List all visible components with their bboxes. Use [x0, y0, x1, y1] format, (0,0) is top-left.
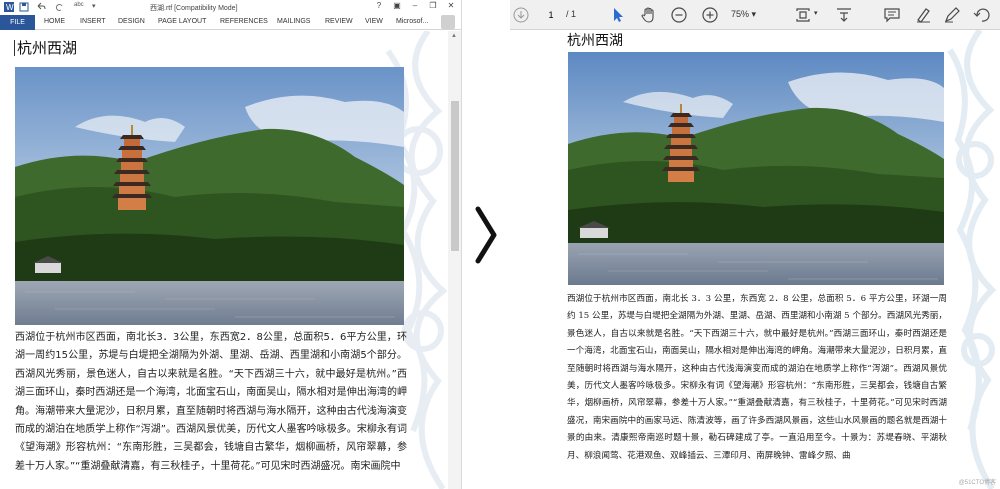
- comment-icon[interactable]: [883, 6, 901, 24]
- zoom-level-value: 75%: [731, 9, 750, 19]
- redo-icon[interactable]: [54, 2, 64, 12]
- tab-page-layout[interactable]: PAGE LAYOUT: [158, 18, 206, 25]
- page-number-input[interactable]: [540, 7, 562, 23]
- page-fit-dropdown-icon[interactable]: ▾: [814, 9, 818, 17]
- tab-insert[interactable]: INSERT: [80, 18, 106, 25]
- pdf-toolbar: / 1 75% ▾ ▾: [510, 0, 1000, 30]
- west-lake-photo: [568, 52, 944, 285]
- west-lake-photo: [15, 67, 404, 325]
- zoom-level-select[interactable]: 75% ▾: [731, 9, 756, 20]
- help-icon[interactable]: ?: [370, 1, 388, 10]
- watermark: @51CTO博客: [958, 480, 996, 486]
- tab-file[interactable]: FILE: [0, 15, 35, 30]
- avatar[interactable]: [441, 15, 455, 29]
- chevron-right-icon: [475, 206, 497, 264]
- zoom-out-icon[interactable]: [670, 6, 688, 24]
- tab-view[interactable]: VIEW: [365, 18, 383, 25]
- word-document-title: 西湖.rtf [Compatibility Mode]: [150, 5, 238, 12]
- conversion-arrow-area: [462, 0, 510, 489]
- hand-pan-icon[interactable]: [640, 6, 658, 24]
- document-body-text: 西湖位于杭州市区西面，南北长 3．3 公里，东西宽 2．8 公里，总面积 5．6…: [567, 294, 947, 461]
- select-pointer-icon[interactable]: [609, 6, 627, 24]
- restore-icon[interactable]: ❐: [424, 1, 442, 10]
- word-document-page[interactable]: 杭州西湖 西湖位于杭州市区西面，南北长3．3公里，东西宽2．8公里，总面积5．6…: [0, 31, 448, 489]
- ribbon-tabs: FILE HOME INSERT DESIGN PAGE LAYOUT REFE…: [0, 15, 461, 30]
- edit-signature-icon[interactable]: [943, 6, 961, 24]
- chevron-down-icon: ▾: [751, 9, 757, 19]
- tab-design[interactable]: DESIGN: [118, 18, 145, 25]
- vertical-scrollbar[interactable]: ▲: [448, 31, 461, 489]
- page-total: / 1: [566, 9, 577, 19]
- rotate-icon[interactable]: [973, 6, 991, 24]
- highlight-pen-icon[interactable]: [914, 6, 932, 24]
- pdf-page[interactable]: 杭州西湖 西湖位于杭州市区西面，南北长 3．3 公里，东西宽 2．8 公里，总面…: [510, 30, 1000, 489]
- scrollbar-thumb[interactable]: [451, 101, 459, 251]
- minimize-icon[interactable]: –: [406, 1, 424, 10]
- page-down-icon[interactable]: [835, 6, 853, 24]
- tab-references[interactable]: REFERENCES: [220, 18, 268, 25]
- undo-icon[interactable]: [36, 2, 46, 12]
- word-app-icon: W: [4, 2, 14, 12]
- ribbon-display-icon[interactable]: ▣: [388, 1, 406, 10]
- tab-home[interactable]: HOME: [44, 18, 65, 25]
- document-title: 杭州西湖: [567, 33, 623, 49]
- document-body-text: 西湖位于杭州市区西面，南北长3．3公里，东西宽2．8公里，总面积5．6平方公里，…: [15, 332, 407, 472]
- pdf-viewer: / 1 75% ▾ ▾ 杭州西湖: [510, 0, 1000, 489]
- save-icon[interactable]: [19, 2, 29, 12]
- close-icon[interactable]: ✕: [442, 1, 460, 10]
- window-controls: ? ▣ – ❐ ✕: [370, 1, 460, 10]
- download-circle-icon[interactable]: [512, 6, 530, 24]
- scroll-up-icon[interactable]: ▲: [451, 33, 457, 39]
- quick-access-dropdown-icon[interactable]: ▾: [92, 2, 102, 12]
- word-window: W abc ▾ 西湖.rtf [Compatibility Mode] ? ▣ – ❐…: [0, 0, 462, 489]
- document-title: 杭州西湖: [17, 39, 78, 57]
- account-name[interactable]: Microsof...: [396, 18, 428, 25]
- page-fit-icon[interactable]: [794, 6, 812, 24]
- svg-text:W: W: [6, 3, 14, 12]
- text-cursor: [14, 40, 15, 56]
- zoom-in-icon[interactable]: [701, 6, 719, 24]
- spelling-icon[interactable]: abc: [74, 2, 88, 12]
- word-title-bar: W abc ▾ 西湖.rtf [Compatibility Mode] ? ▣ – ❐…: [0, 0, 461, 15]
- tab-mailings[interactable]: MAILINGS: [277, 18, 310, 25]
- tab-review[interactable]: REVIEW: [325, 18, 353, 25]
